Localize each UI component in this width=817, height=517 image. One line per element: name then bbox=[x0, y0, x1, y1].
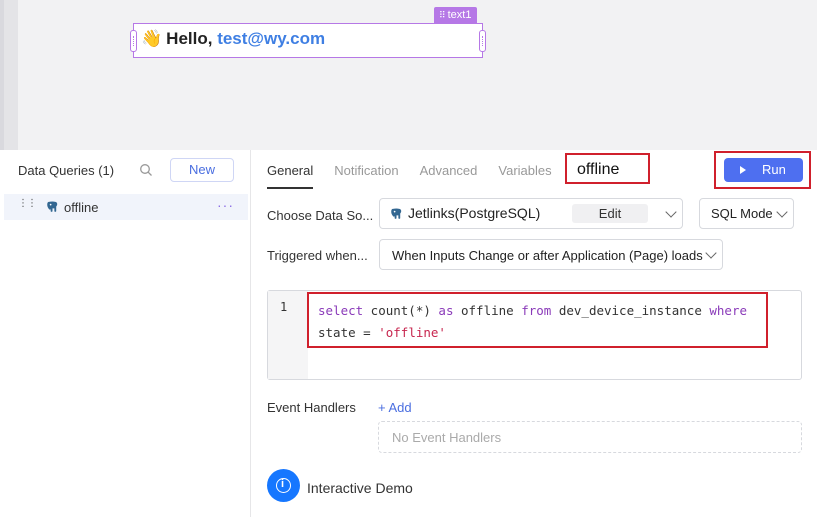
component-name-label: text1 bbox=[447, 9, 472, 21]
query-name: offline bbox=[64, 200, 99, 215]
waving-hand-icon: 👋 bbox=[141, 29, 163, 48]
new-query-button[interactable]: New bbox=[170, 158, 234, 182]
sql-code[interactable]: select count(*) as offline from dev_devi… bbox=[318, 300, 747, 344]
tab-advanced[interactable]: Advanced bbox=[420, 163, 478, 189]
event-handlers-empty: No Event Handlers bbox=[378, 421, 802, 453]
run-label: Run bbox=[762, 162, 786, 177]
event-handlers-label: Event Handlers bbox=[267, 400, 356, 415]
more-options-icon[interactable]: ··· bbox=[217, 197, 234, 213]
code-highlight: select count(*) as offline from dev_devi… bbox=[307, 292, 768, 348]
search-icon[interactable] bbox=[139, 163, 153, 177]
resize-handle-left[interactable] bbox=[130, 30, 137, 52]
postgres-icon bbox=[391, 208, 402, 219]
chevron-down-icon bbox=[705, 247, 717, 259]
drag-grip-icon[interactable]: ⠿ bbox=[439, 7, 446, 23]
tab-variables[interactable]: Variables bbox=[498, 163, 551, 189]
datasource-label: Choose Data So... bbox=[267, 208, 374, 223]
chevron-down-icon bbox=[776, 206, 788, 218]
query-editor-panel: General Notification Advanced Variables … bbox=[252, 150, 817, 517]
greeting-text: 👋 Hello, test@wy.com bbox=[141, 29, 325, 49]
interactive-demo-link[interactable]: Interactive Demo bbox=[307, 480, 413, 496]
sql-mode-select[interactable]: SQL Mode bbox=[699, 198, 794, 229]
info-icon[interactable] bbox=[267, 469, 300, 502]
drag-grip-icon[interactable]: ⋮⋮ bbox=[18, 199, 37, 209]
datasource-value: Jetlinks(PostgreSQL) bbox=[408, 205, 541, 221]
run-button[interactable]: Run bbox=[724, 158, 803, 182]
resize-handle-right[interactable] bbox=[479, 30, 486, 52]
data-queries-panel: Data Queries (1) New ⋮⋮ offline ··· bbox=[0, 150, 251, 517]
line-gutter: 1 bbox=[268, 291, 308, 379]
tab-notification[interactable]: Notification bbox=[334, 163, 398, 189]
tab-general[interactable]: General bbox=[267, 163, 314, 189]
canvas-left-rail bbox=[0, 0, 18, 150]
edit-datasource-button[interactable]: Edit bbox=[572, 204, 648, 223]
sql-mode-value: SQL Mode bbox=[711, 206, 773, 221]
data-queries-title: Data Queries (1) bbox=[18, 163, 115, 178]
trigger-select[interactable]: When Inputs Change or after Application … bbox=[379, 239, 723, 270]
query-list-item[interactable]: ⋮⋮ offline ··· bbox=[4, 194, 248, 220]
chevron-down-icon bbox=[665, 206, 677, 218]
datasource-select[interactable]: Jetlinks(PostgreSQL) Edit bbox=[379, 198, 683, 229]
postgres-icon bbox=[47, 201, 58, 212]
add-event-handler-button[interactable]: + Add bbox=[378, 400, 412, 415]
greeting-email: test@wy.com bbox=[217, 29, 326, 48]
query-name-input[interactable]: offline bbox=[565, 153, 650, 184]
editor-tabs: General Notification Advanced Variables bbox=[267, 163, 573, 189]
sql-code-editor[interactable]: 1 select count(*) as offline from dev_de… bbox=[267, 290, 802, 380]
trigger-label: Triggered when... bbox=[267, 248, 368, 263]
component-name-tag[interactable]: ⠿ text1 bbox=[434, 7, 478, 23]
run-highlight: Run bbox=[714, 151, 811, 189]
trigger-value: When Inputs Change or after Application … bbox=[392, 248, 703, 263]
greeting-prefix: Hello, bbox=[166, 29, 218, 48]
app-canvas[interactable]: ⠿ text1 👋 Hello, test@wy.com bbox=[0, 0, 817, 150]
text-component-selected[interactable]: 👋 Hello, test@wy.com bbox=[130, 23, 486, 58]
line-number: 1 bbox=[280, 300, 288, 314]
play-icon bbox=[740, 166, 746, 174]
